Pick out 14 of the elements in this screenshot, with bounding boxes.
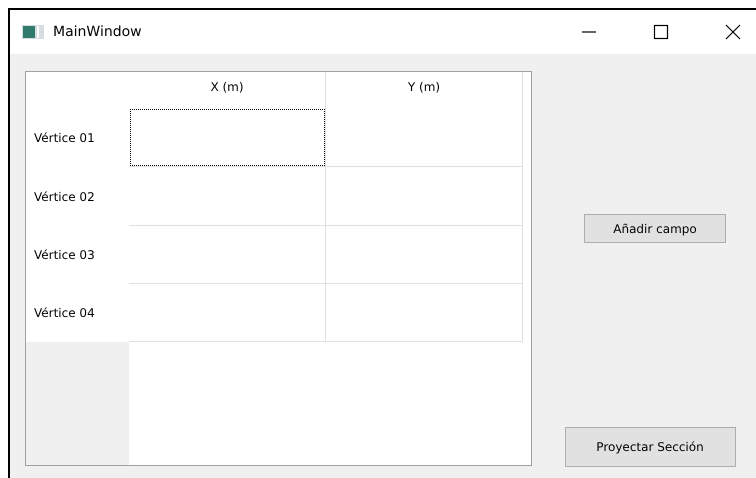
window-title: MainWindow	[53, 24, 142, 40]
row-header[interactable]: Vértice 03	[34, 248, 95, 262]
app-icon	[22, 25, 44, 39]
close-icon[interactable]	[725, 24, 741, 40]
maximize-icon[interactable]	[653, 24, 669, 40]
row-header[interactable]: Vértice 02	[34, 190, 95, 204]
row-header[interactable]: Vértice 01	[34, 130, 95, 144]
row-header[interactable]: Vértice 04	[34, 306, 95, 320]
push-button[interactable]: Añadir campo	[584, 214, 726, 243]
column-header[interactable]: X (m)	[129, 72, 326, 108]
push-button[interactable]: Proyectar Sección	[564, 427, 736, 467]
table-cell[interactable]	[129, 167, 326, 226]
table-cell[interactable]	[129, 108, 326, 167]
table-cell[interactable]	[129, 226, 326, 284]
